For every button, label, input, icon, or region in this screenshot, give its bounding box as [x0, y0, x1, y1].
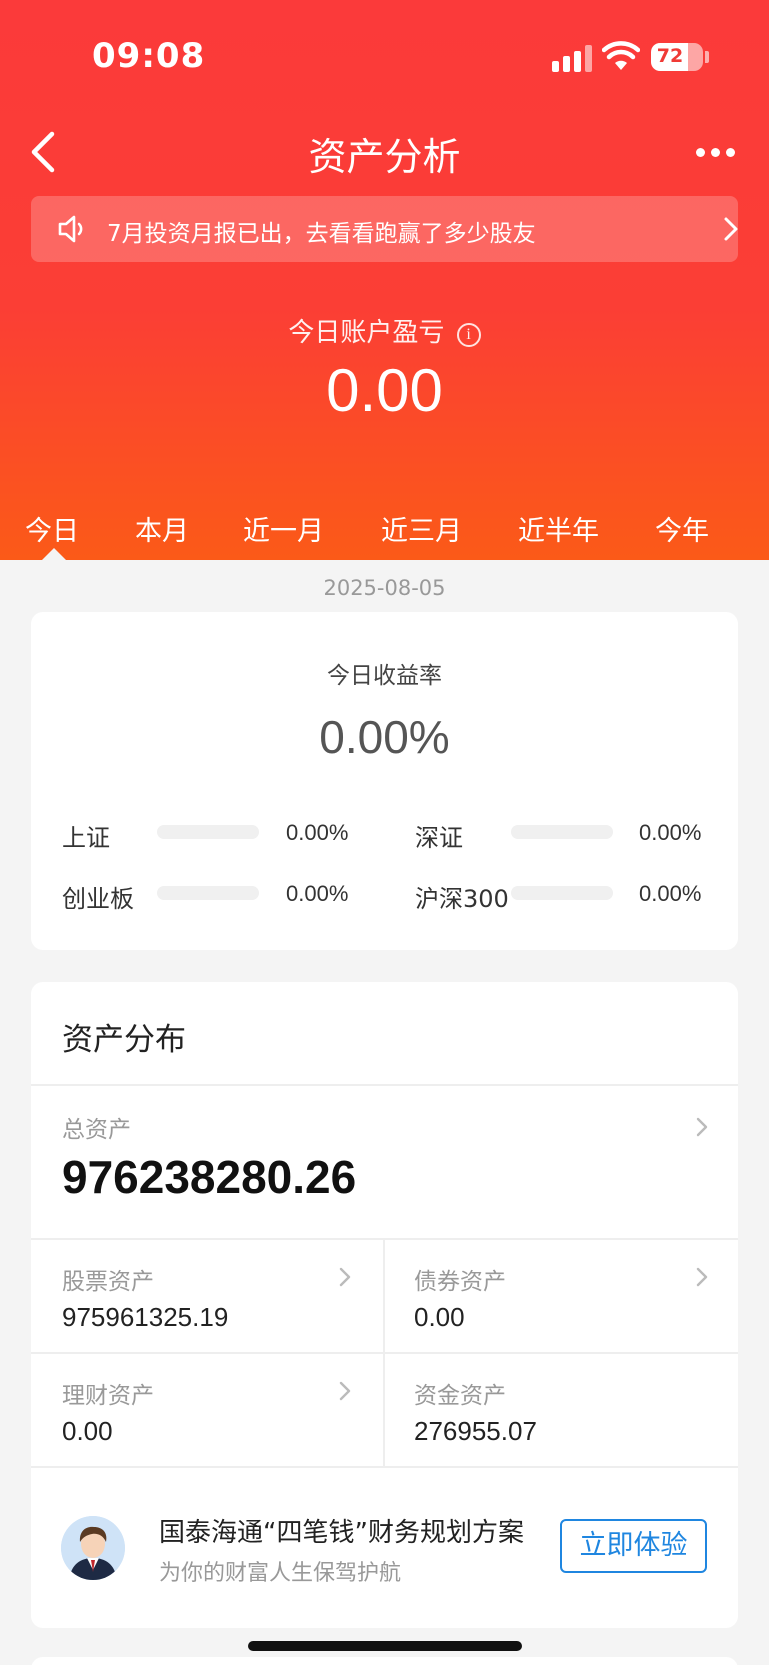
chevron-right-icon — [339, 1381, 351, 1401]
cash-assets-label: 资金资产 — [414, 1383, 506, 1409]
more-icon[interactable] — [696, 148, 738, 158]
total-assets-value: 976238280.26 — [62, 1151, 357, 1203]
tab-this-year[interactable]: 今年 — [655, 509, 709, 548]
promo-subtitle: 为你的财富人生保驾护航 — [159, 1561, 402, 1586]
chevron-right-icon — [696, 1267, 708, 1287]
wealth-assets-value: 0.00 — [62, 1416, 113, 1446]
speaker-icon — [58, 215, 83, 243]
tab-this-month[interactable]: 本月 — [135, 509, 189, 548]
tab-today[interactable]: 今日 — [25, 509, 79, 548]
asset-distribution-card: 资产分布 总资产 976238280.26 股票资产 975961325.19 … — [31, 982, 738, 1628]
return-rate-card: 今日收益率 0.00% 上证 0.00% 深证 0.00% 创业板 0.00% … — [31, 612, 738, 950]
active-tab-indicator — [42, 548, 66, 560]
signal-icon — [552, 44, 596, 72]
try-now-button[interactable]: 立即体验 — [560, 1519, 707, 1573]
index-name-shenzhen: 深证 — [415, 824, 463, 852]
index-name-shanghai: 上证 — [62, 824, 110, 852]
index-bar-chinext — [157, 886, 259, 900]
cash-assets-cell: 资金资产 276955.07 — [385, 1354, 738, 1466]
chevron-right-icon — [339, 1267, 351, 1287]
daily-profit-label: 今日账户盈亏 i — [0, 312, 769, 349]
wealth-assets-label: 理财资产 — [62, 1383, 154, 1409]
index-name-csi300: 沪深300 — [415, 885, 509, 913]
index-value-shenzhen: 0.00% — [639, 820, 702, 845]
stock-assets-cell[interactable]: 股票资产 975961325.19 — [31, 1240, 383, 1352]
tab-last-half-year[interactable]: 近半年 — [518, 509, 599, 548]
wealth-assets-cell[interactable]: 理财资产 0.00 — [31, 1354, 383, 1466]
status-time: 09:08 — [92, 36, 206, 76]
index-name-chinext: 创业板 — [62, 885, 134, 913]
battery-tip — [705, 51, 709, 63]
bond-assets-cell[interactable]: 债券资产 0.00 — [385, 1240, 738, 1352]
page-title: 资产分析 — [308, 135, 461, 179]
next-card-edge — [31, 1657, 738, 1665]
tab-last-three-months[interactable]: 近三月 — [381, 509, 462, 548]
stock-assets-value: 975961325.19 — [62, 1302, 229, 1332]
chevron-right-icon — [724, 217, 738, 241]
period-tabs: 今日 本月 近一月 近三月 近半年 今年 — [0, 505, 769, 560]
return-rate-value: 0.00% — [319, 711, 450, 763]
daily-profit-value: 0.00 — [326, 357, 443, 424]
tab-last-month[interactable]: 近一月 — [243, 509, 324, 548]
status-bar: 09:08 72 — [0, 0, 769, 110]
cash-assets-value: 276955.07 — [414, 1416, 537, 1446]
home-indicator[interactable] — [248, 1641, 522, 1651]
battery-icon: 72 — [651, 43, 703, 71]
divider — [31, 1466, 738, 1468]
index-value-csi300: 0.00% — [639, 881, 702, 906]
index-bar-shenzhen — [511, 825, 613, 839]
index-value-chinext: 0.00% — [286, 881, 349, 906]
return-rate-label: 今日收益率 — [327, 663, 442, 689]
stock-assets-label: 股票资产 — [62, 1269, 154, 1295]
navigation-bar: 资产分析 — [0, 110, 769, 190]
index-bar-shanghai — [157, 825, 259, 839]
info-icon[interactable]: i — [456, 323, 481, 347]
bond-assets-label: 债券资产 — [414, 1269, 506, 1295]
advisor-avatar — [61, 1516, 125, 1580]
monthly-report-banner[interactable]: 7月投资月报已出，去看看跑赢了多少股友 — [31, 196, 738, 262]
chevron-right-icon — [696, 1117, 708, 1137]
bond-assets-value: 0.00 — [414, 1302, 465, 1332]
date-label: 2025-08-05 — [323, 576, 446, 600]
asset-distribution-title: 资产分布 — [62, 1022, 186, 1058]
index-value-shanghai: 0.00% — [286, 820, 349, 845]
battery-level: 72 — [656, 45, 684, 67]
index-bar-csi300 — [511, 886, 613, 900]
promo-title: 国泰海通“四笔钱”财务规划方案 — [159, 1518, 524, 1548]
banner-text: 7月投资月报已出，去看看跑赢了多少股友 — [107, 221, 536, 247]
total-assets-label: 总资产 — [62, 1117, 131, 1143]
daily-profit-label-text: 今日账户盈亏 — [288, 318, 445, 348]
wifi-icon — [602, 41, 640, 70]
